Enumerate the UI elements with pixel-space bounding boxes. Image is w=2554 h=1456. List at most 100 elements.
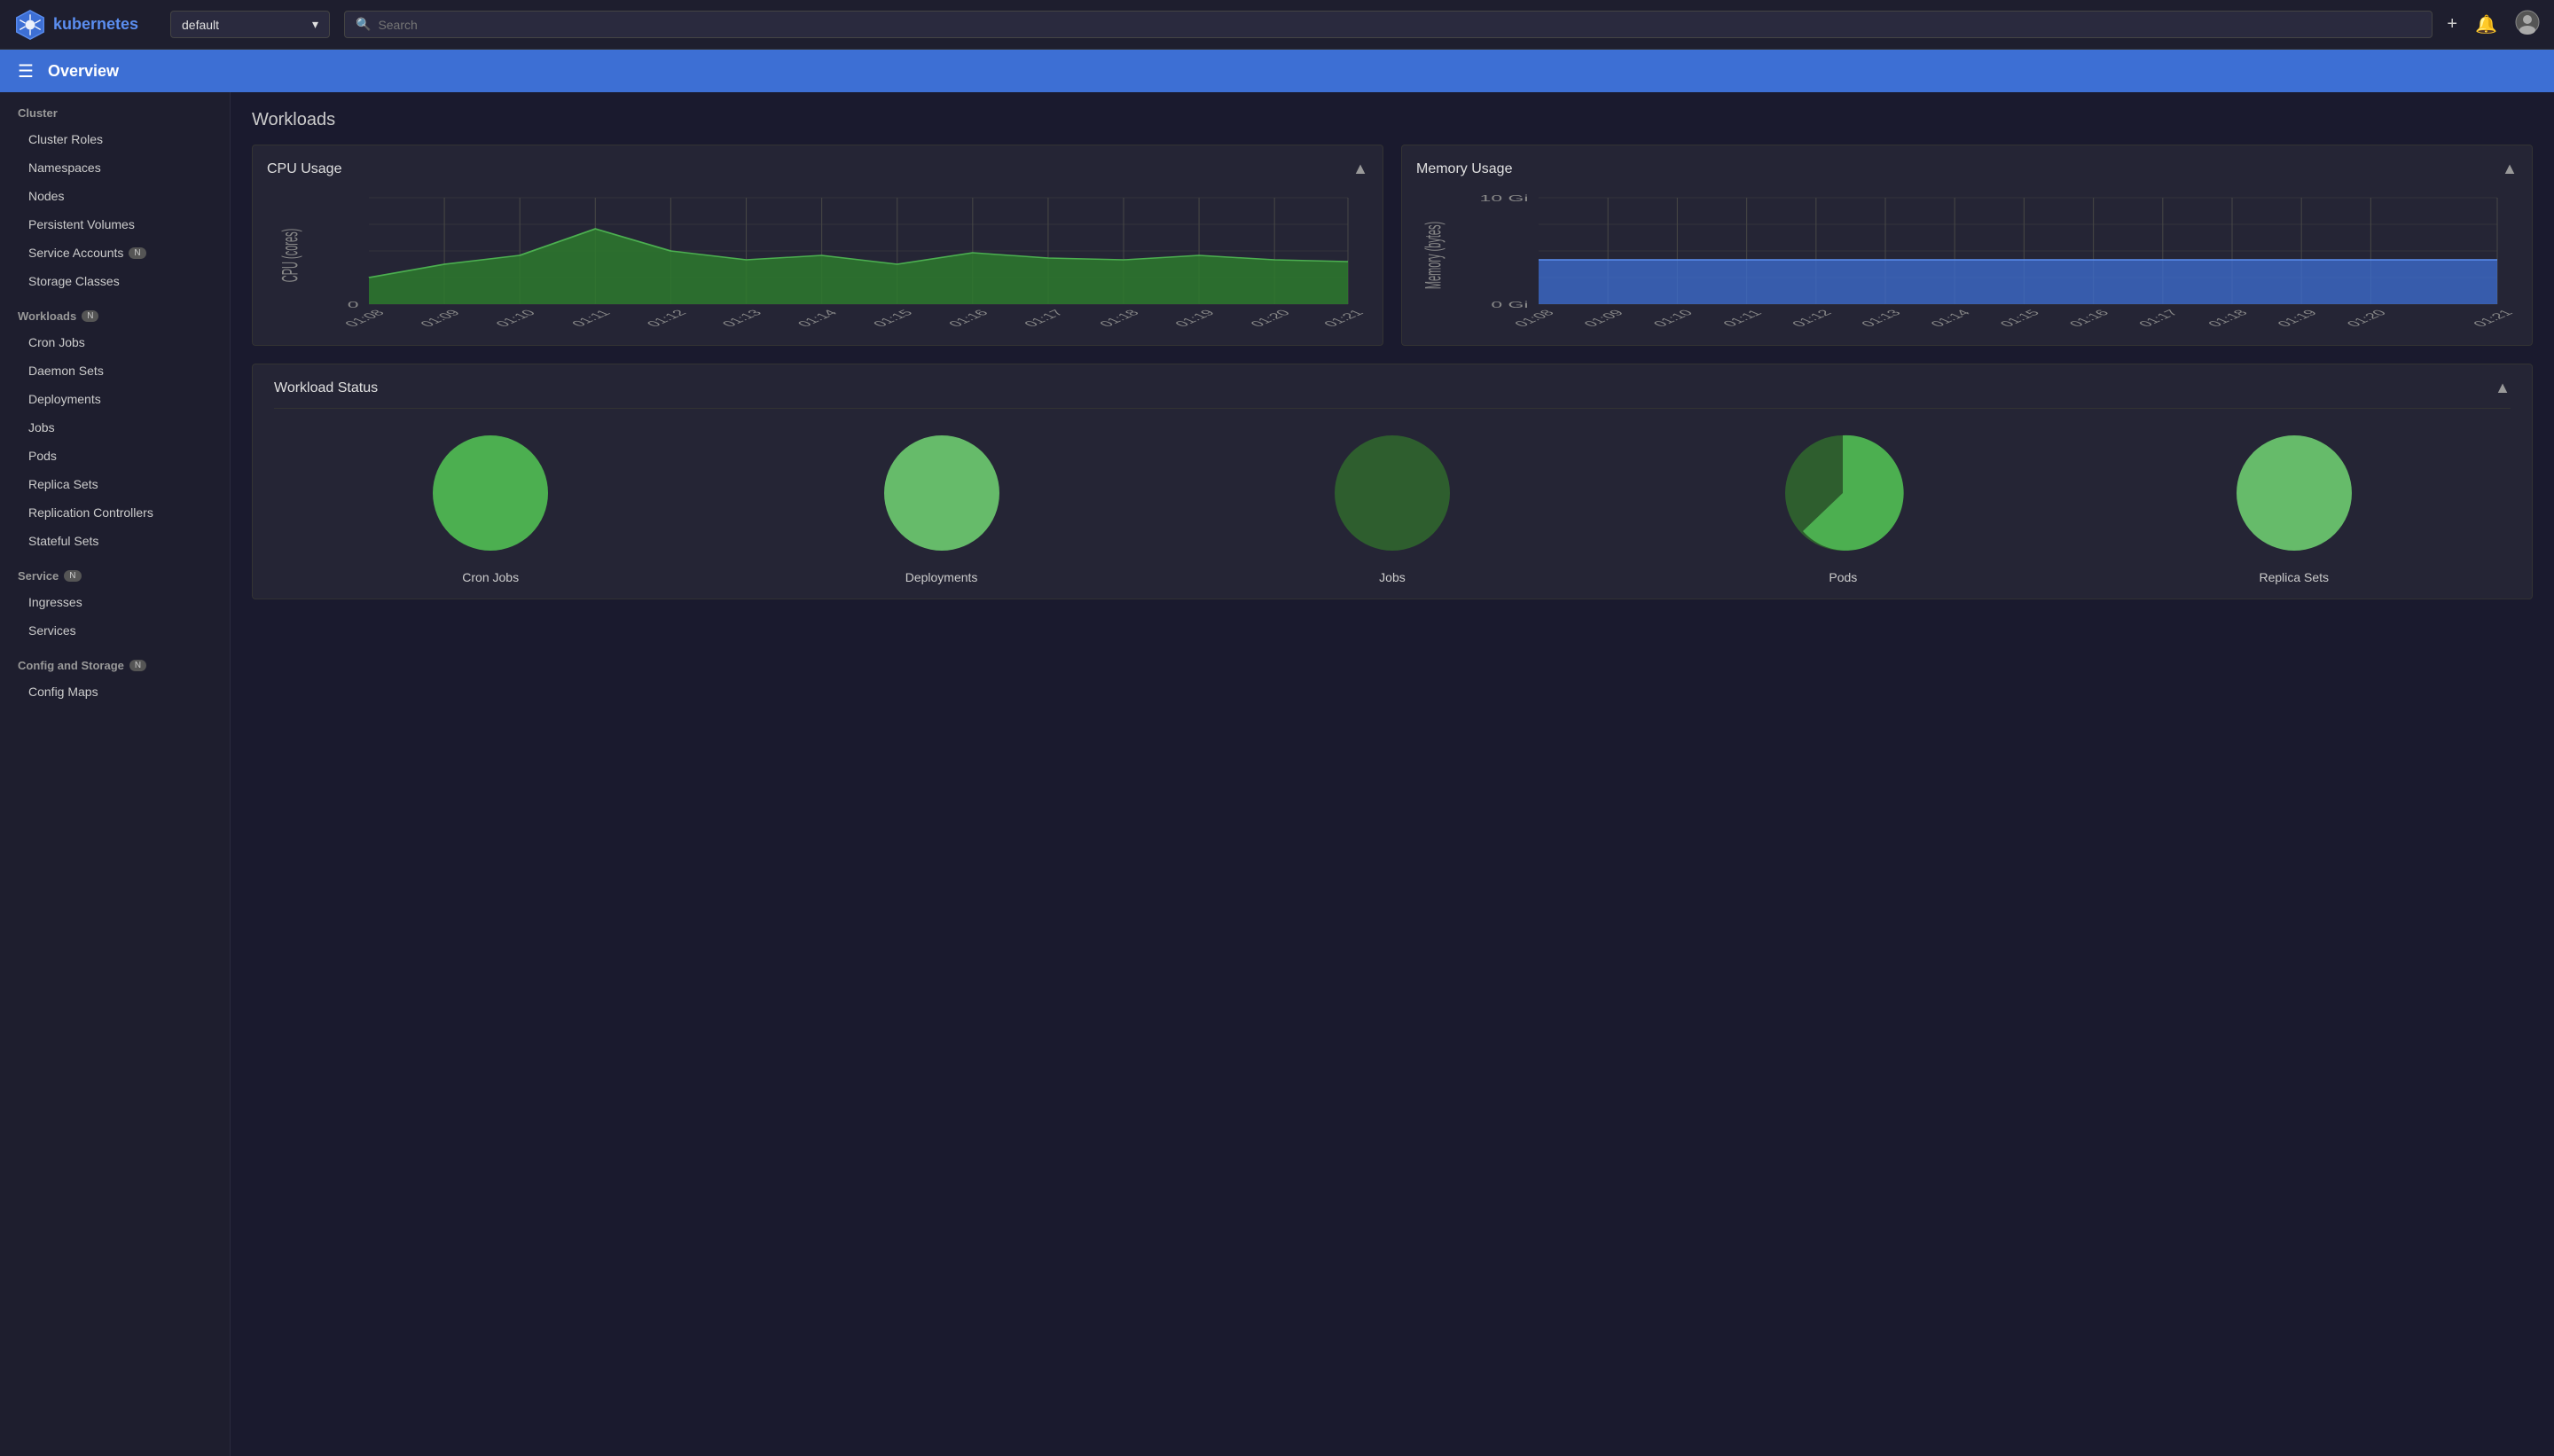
status-collapse-button[interactable]: ▲ [2495, 379, 2511, 397]
search-bar[interactable]: 🔍 [344, 11, 2433, 38]
pie-item-deployments: Deployments [875, 427, 1008, 584]
sidebar: Cluster Cluster Roles Namespaces Nodes P… [0, 92, 231, 1456]
overview-bar: ☰ Overview [0, 50, 2554, 92]
sidebar-item-ingresses[interactable]: Ingresses [0, 588, 230, 616]
svg-text:01:19: 01:19 [2275, 309, 2321, 329]
sidebar-item-cron-jobs[interactable]: Cron Jobs [0, 328, 230, 356]
cpu-chart-area: CPU (cores) 0 01:08 01:09 01:10 01:11 01… [267, 189, 1368, 331]
sidebar-item-pods[interactable]: Pods [0, 442, 230, 470]
svg-text:0 Gi: 0 Gi [1491, 300, 1528, 309]
memory-chart-title: Memory Usage [1416, 161, 1512, 177]
cpu-chart-svg: CPU (cores) 0 01:08 01:09 01:10 01:11 01… [267, 189, 1368, 331]
svg-text:10 Gi: 10 Gi [1480, 193, 1529, 203]
svg-text:01:10: 01:10 [1650, 309, 1696, 329]
pie-item-pods: Pods [1776, 427, 1909, 584]
memory-chart-svg: Memory (bytes) 10 Gi 0 Gi 01:08 01:09 01… [1416, 189, 2518, 331]
sidebar-item-storage-classes[interactable]: Storage Classes [0, 267, 230, 295]
search-icon: 🔍 [356, 17, 371, 32]
svg-text:01:20: 01:20 [2344, 309, 2390, 329]
add-button[interactable]: + [2447, 14, 2457, 35]
svg-text:01:21: 01:21 [2471, 309, 2517, 329]
svg-text:01:17: 01:17 [2136, 309, 2182, 329]
svg-text:Memory (bytes): Memory (bytes) [1422, 222, 1447, 289]
svg-text:01:21: 01:21 [1321, 309, 1367, 329]
service-section-label: Service N [0, 555, 230, 588]
nav-actions: + 🔔 [2447, 10, 2540, 40]
cpu-chart-card: CPU Usage ▲ [252, 145, 1383, 346]
search-input[interactable] [378, 18, 2421, 32]
svg-text:01:09: 01:09 [1581, 309, 1627, 329]
sidebar-item-replica-sets[interactable]: Replica Sets [0, 470, 230, 498]
sidebar-item-namespaces[interactable]: Namespaces [0, 153, 230, 182]
deployments-pie-chart [875, 427, 1008, 560]
sidebar-item-replication-controllers[interactable]: Replication Controllers [0, 498, 230, 527]
svg-text:01:15: 01:15 [1997, 309, 2043, 329]
svg-text:01:20: 01:20 [1248, 309, 1294, 329]
page-title: Overview [48, 62, 119, 81]
workload-status-title: Workload Status [274, 380, 378, 396]
namespace-selector[interactable]: default ▾ [170, 11, 330, 38]
workload-status-header: Workload Status ▲ [274, 379, 2511, 409]
namespace-value: default [182, 18, 219, 32]
svg-text:CPU (cores): CPU (cores) [278, 229, 303, 282]
user-account-icon[interactable] [2515, 10, 2540, 40]
jobs-pie-chart [1326, 427, 1459, 560]
service-badge: N [64, 570, 81, 582]
notifications-icon[interactable]: 🔔 [2475, 13, 2497, 35]
config-section-label: Config and Storage N [0, 645, 230, 677]
main-content: Workloads CPU Usage ▲ [231, 92, 2554, 1456]
svg-text:01:15: 01:15 [870, 309, 916, 329]
workload-status-card: Workload Status ▲ Cron Jobs Deployments [252, 364, 2533, 599]
svg-text:01:09: 01:09 [418, 309, 464, 329]
svg-text:01:12: 01:12 [644, 309, 690, 329]
cron-jobs-pie-label: Cron Jobs [462, 570, 519, 584]
svg-text:01:13: 01:13 [1859, 309, 1905, 329]
cpu-chart-title: CPU Usage [267, 161, 341, 177]
logo-area: kubernetes [14, 9, 156, 41]
workloads-section-label: Workloads N [0, 295, 230, 328]
cluster-section-label: Cluster [0, 92, 230, 125]
svg-text:01:19: 01:19 [1172, 309, 1218, 329]
workloads-section-title: Workloads [252, 110, 2533, 130]
sidebar-item-services[interactable]: Services [0, 616, 230, 645]
sidebar-item-config-maps[interactable]: Config Maps [0, 677, 230, 706]
svg-text:01:11: 01:11 [569, 309, 615, 328]
sidebar-item-daemon-sets[interactable]: Daemon Sets [0, 356, 230, 385]
sidebar-item-deployments[interactable]: Deployments [0, 385, 230, 413]
service-accounts-badge: N [129, 247, 145, 259]
top-nav: kubernetes default ▾ 🔍 + 🔔 [0, 0, 2554, 50]
svg-text:01:18: 01:18 [1097, 309, 1143, 329]
sidebar-item-stateful-sets[interactable]: Stateful Sets [0, 527, 230, 555]
kubernetes-logo-icon [14, 9, 46, 41]
cpu-chart-header: CPU Usage ▲ [267, 160, 1368, 178]
svg-text:0: 0 [348, 300, 359, 309]
pods-pie-chart [1776, 427, 1909, 560]
main-layout: Cluster Cluster Roles Namespaces Nodes P… [0, 92, 2554, 1456]
svg-text:01:16: 01:16 [2066, 309, 2112, 329]
svg-text:01:13: 01:13 [719, 309, 765, 329]
memory-chart-area: Memory (bytes) 10 Gi 0 Gi 01:08 01:09 01… [1416, 189, 2518, 331]
svg-text:01:08: 01:08 [342, 309, 388, 329]
jobs-pie-label: Jobs [1379, 570, 1406, 584]
sidebar-item-jobs[interactable]: Jobs [0, 413, 230, 442]
svg-text:01:16: 01:16 [946, 309, 992, 329]
pie-item-replica-sets: Replica Sets [2228, 427, 2361, 584]
svg-text:01:14: 01:14 [795, 309, 841, 329]
charts-row: CPU Usage ▲ [252, 145, 2533, 346]
memory-chart-card: Memory Usage ▲ [1401, 145, 2533, 346]
sidebar-item-persistent-volumes[interactable]: Persistent Volumes [0, 210, 230, 239]
logo-text: kubernetes [53, 15, 138, 34]
sidebar-item-cluster-roles[interactable]: Cluster Roles [0, 125, 230, 153]
sidebar-item-service-accounts[interactable]: Service Accounts N [0, 239, 230, 267]
sidebar-item-nodes[interactable]: Nodes [0, 182, 230, 210]
cpu-chart-collapse-button[interactable]: ▲ [1352, 160, 1368, 178]
hamburger-menu-icon[interactable]: ☰ [18, 60, 34, 82]
cron-jobs-pie-chart [424, 427, 557, 560]
deployments-pie-label: Deployments [905, 570, 978, 584]
pods-pie-label: Pods [1829, 570, 1857, 584]
memory-chart-collapse-button[interactable]: ▲ [2502, 160, 2518, 178]
replica-sets-pie-chart [2228, 427, 2361, 560]
svg-text:01:10: 01:10 [493, 309, 539, 329]
chevron-down-icon: ▾ [312, 17, 318, 32]
replica-sets-pie-label: Replica Sets [2259, 570, 2329, 584]
